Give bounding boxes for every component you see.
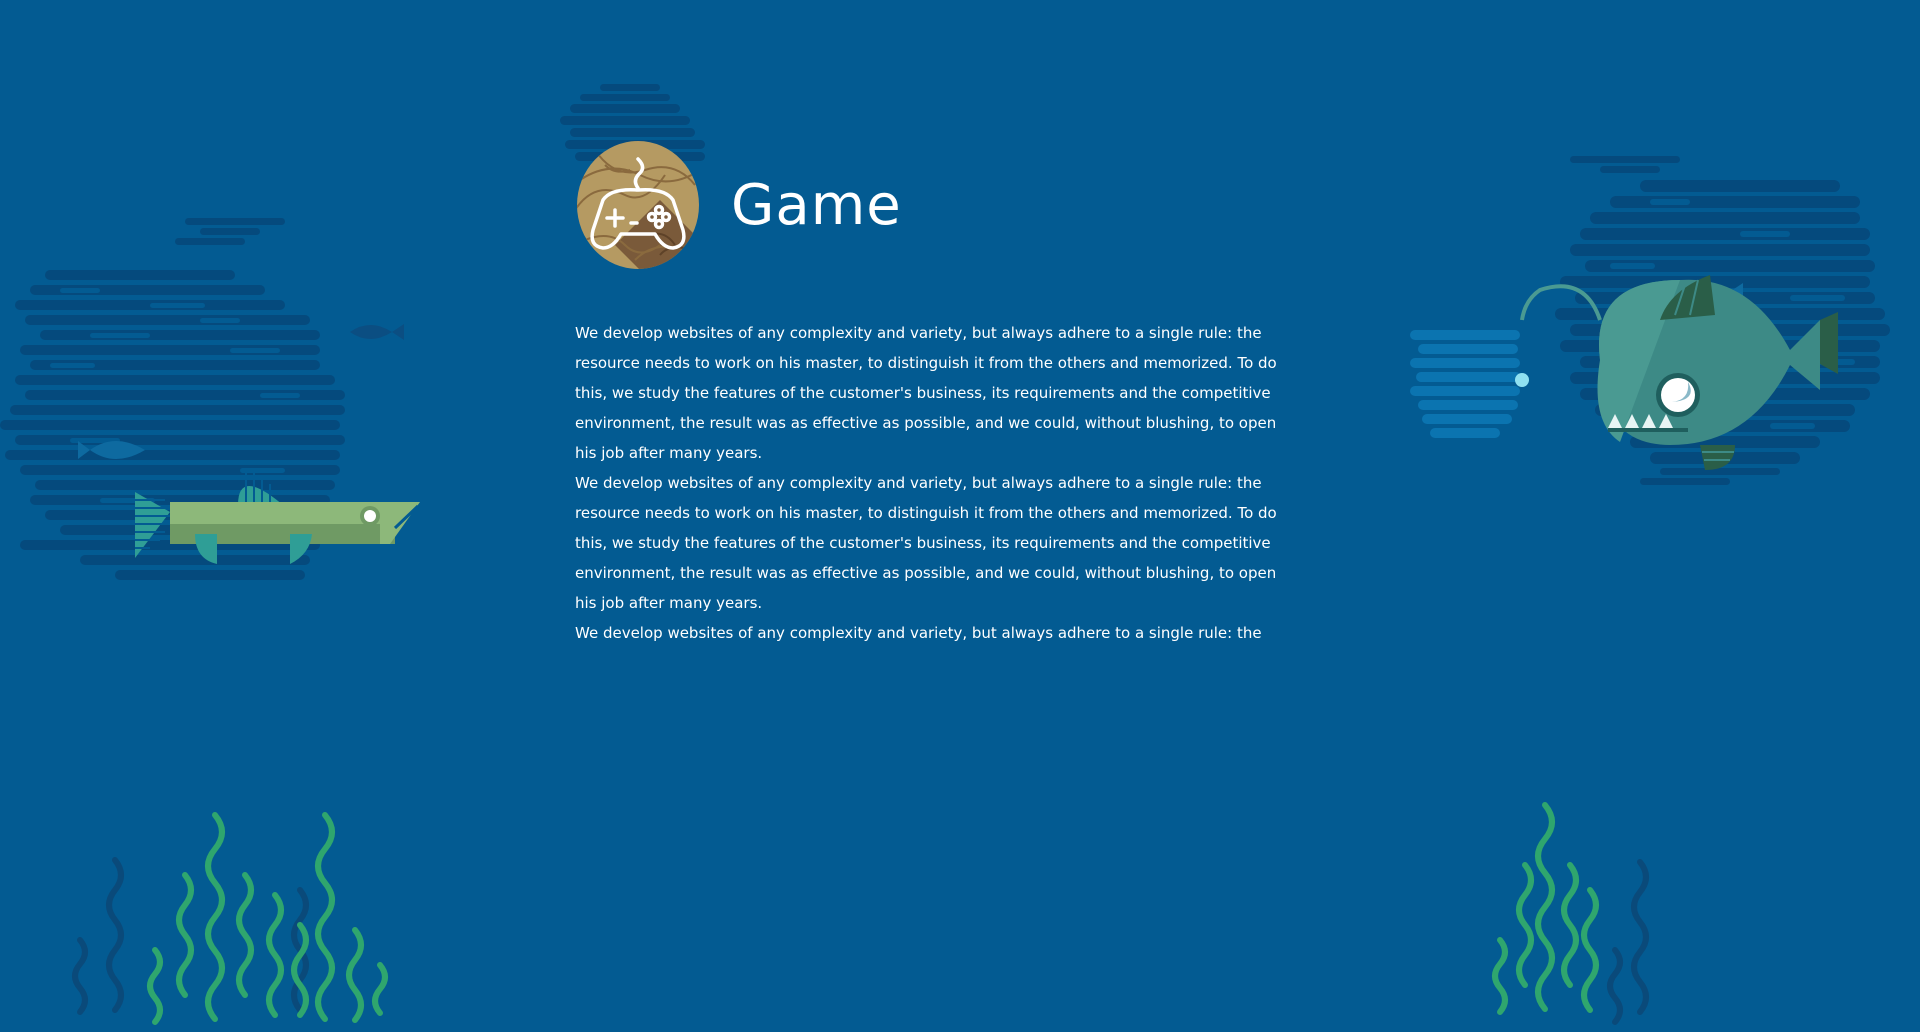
small-fish-icon xyxy=(350,324,404,340)
right-water-decoration xyxy=(1410,156,1890,485)
content-paragraph: We develop websites of any complexity an… xyxy=(575,624,1262,642)
page-title: Game xyxy=(731,172,902,238)
page: Game We develop websites of any complexi… xyxy=(0,0,1920,1032)
seaweed-icon xyxy=(72,812,388,1025)
page-content: We develop websites of any complexity an… xyxy=(575,318,1295,648)
left-water-decoration xyxy=(0,218,420,580)
seaweed-icon xyxy=(1492,802,1649,1025)
left-seaweed-decoration xyxy=(72,812,388,1025)
pike-fish-icon xyxy=(135,470,420,564)
small-fish-icon xyxy=(1665,283,1743,307)
content-paragraph: We develop websites of any complexity an… xyxy=(575,324,1277,462)
small-fish-icon xyxy=(78,441,145,459)
content-paragraph: We develop websites of any complexity an… xyxy=(575,474,1277,612)
angler-fish-icon xyxy=(1515,275,1838,470)
page-header: Game xyxy=(575,140,902,270)
gamepad-icon xyxy=(577,141,699,269)
right-seaweed-decoration xyxy=(1492,802,1649,1025)
